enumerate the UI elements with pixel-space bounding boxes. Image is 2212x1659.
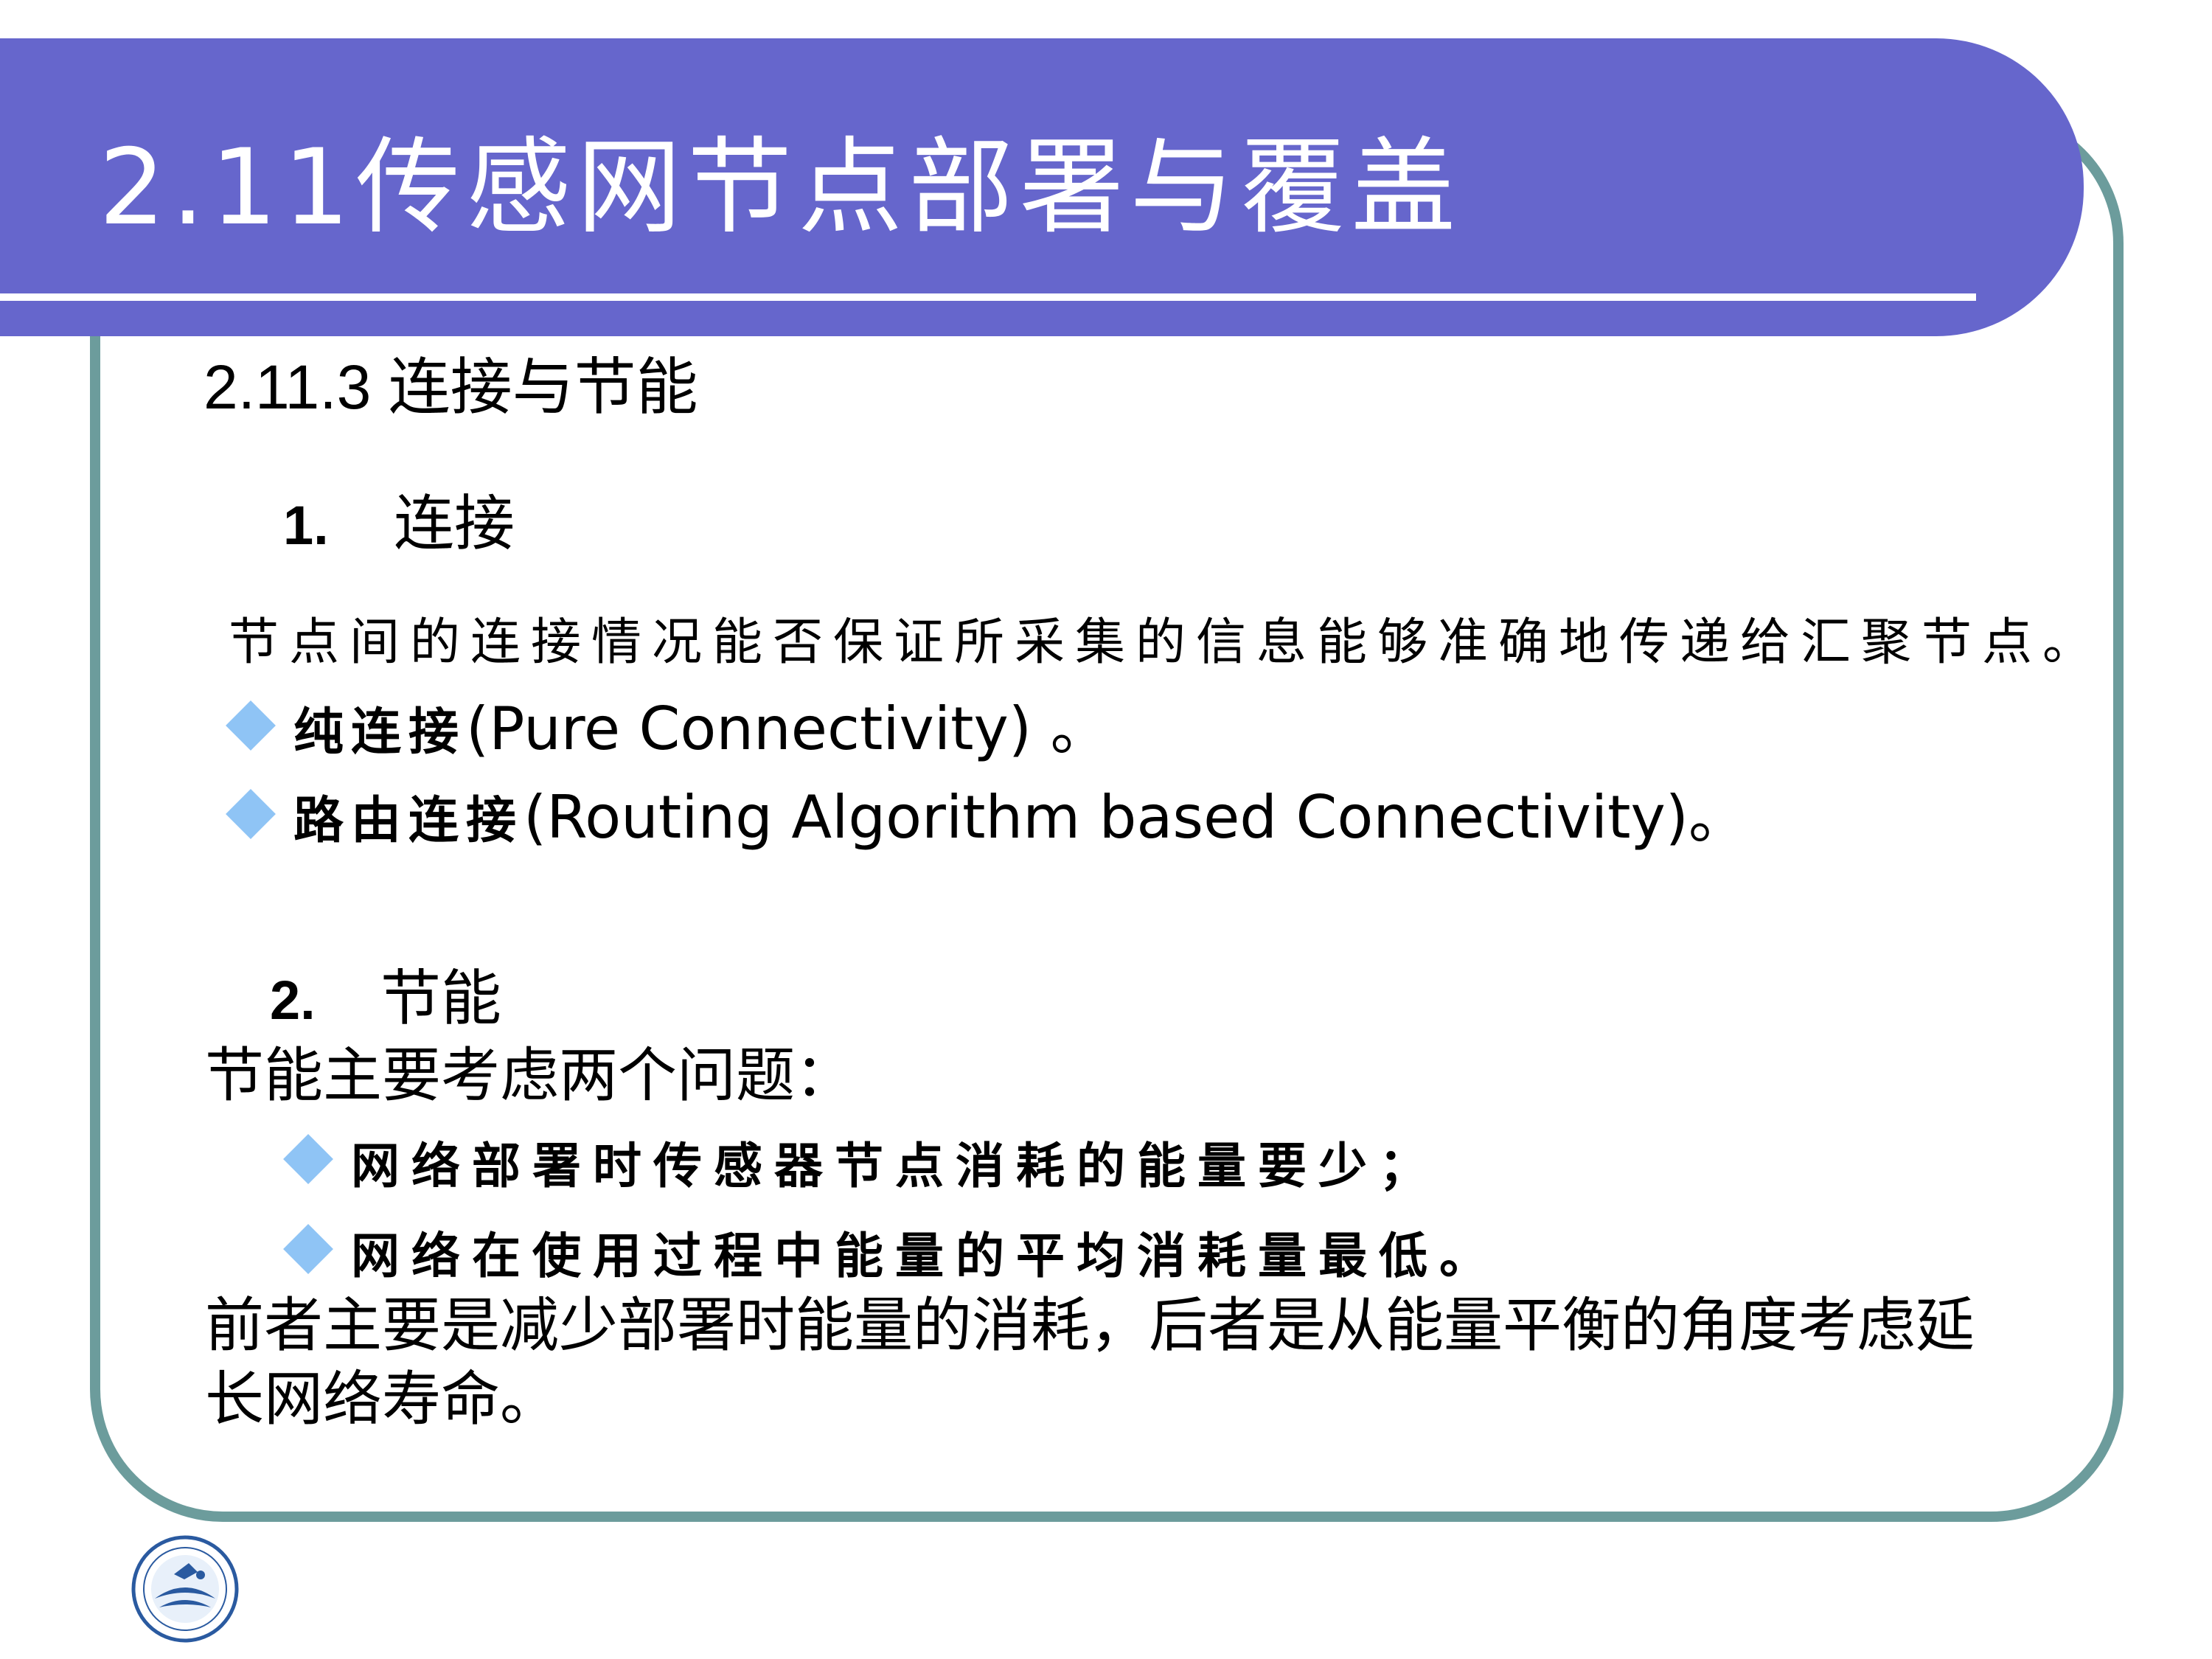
energy-heading-label: 节能 [380,964,502,1034]
bullet-cn-label: 路由连接 [293,791,524,850]
bullet-cn-label: 纯连接 [293,703,467,762]
subsection-title: 2.11.3 连接与节能 [204,352,698,422]
connectivity-heading-label: 连接 [394,489,515,559]
bullet-text: 网络部署时传感器节点消耗的能量要少； [351,1137,1439,1194]
bullet-deploy-energy: 网络部署时传感器节点消耗的能量要少； [283,1122,1439,1206]
bullet-en-label: (Pure Connectivity) 。 [466,695,1110,763]
bullet-text: 网络在使用过程中能量的平均消耗量最低。 [351,1227,1500,1284]
bullet-pure-connectivity: 纯连接(Pure Connectivity) 。 [226,689,1109,773]
bullet-usage-energy: 网络在使用过程中能量的平均消耗量最低。 [283,1212,1500,1296]
diamond-bullet-icon [283,1224,333,1274]
slide: 2.11传感网节点部署与覆盖 2.11.3 连接与节能 1. 连接 节点间的连接情… [0,0,2212,1659]
diamond-bullet-icon [226,789,276,839]
connectivity-number: 1. [283,495,329,556]
energy-intro: 节能主要考虑两个问题： [205,1041,854,1110]
bullet-en-label: (Routing Algorithm based Connectivity)。 [524,783,1748,852]
energy-summary-line-1: 前者主要是减少部署时能量的消耗，后者是从能量平衡的角度考虑延 [205,1291,1975,1360]
connectivity-description: 节点间的连接情况能否保证所采集的信息能够准确地传递给汇聚节点。 [229,613,2104,672]
energy-summary-line-2: 长网络寿命。 [205,1365,559,1433]
university-logo-icon [131,1535,239,1643]
bullet-routing-connectivity: 路由连接(Routing Algorithm based Connectivit… [226,777,1747,861]
energy-heading: 2. 节能 [270,959,501,1041]
diamond-bullet-icon [226,700,276,751]
energy-number: 2. [270,970,316,1031]
title-underline [0,293,1976,301]
connectivity-heading: 1. 连接 [283,484,515,566]
diamond-bullet-icon [283,1134,333,1184]
slide-title: 2.11传感网节点部署与覆盖 [99,127,1462,248]
